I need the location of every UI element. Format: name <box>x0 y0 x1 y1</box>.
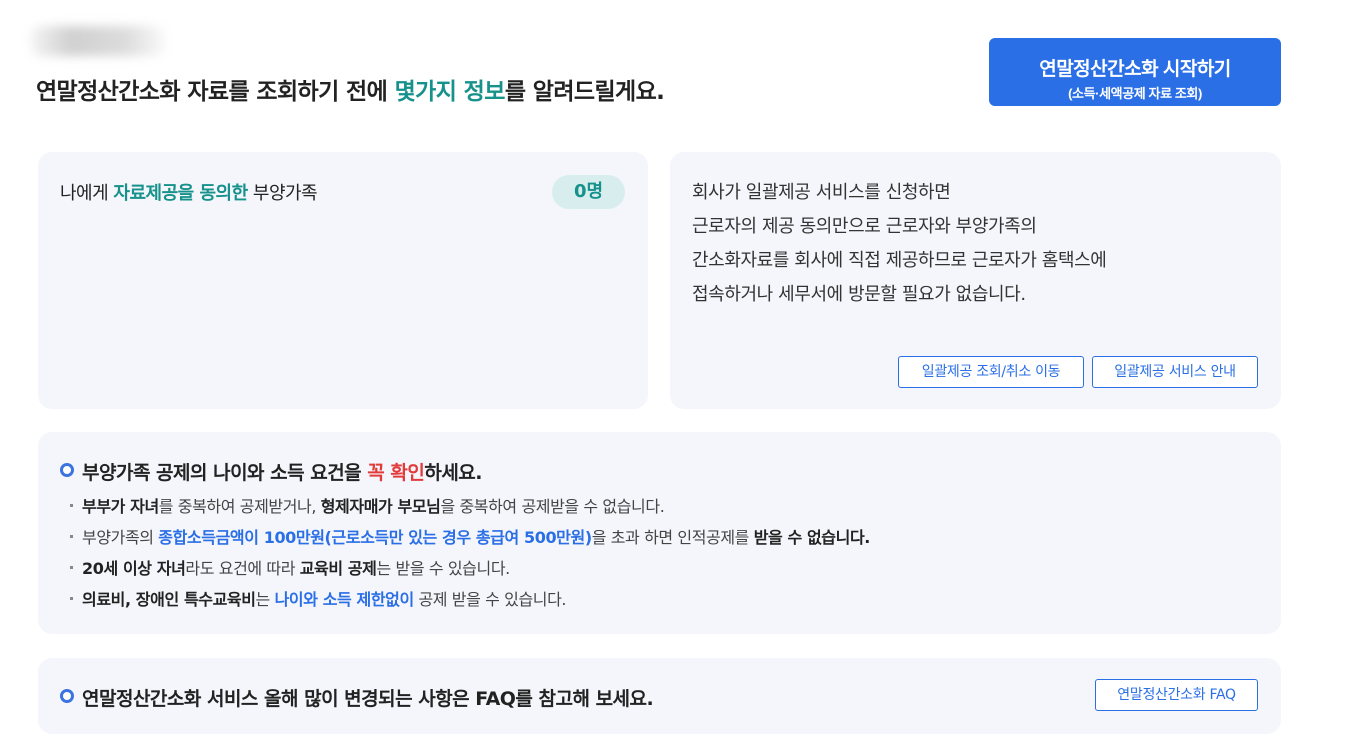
rule-bold: 형제자매가 부모님 <box>320 497 441 516</box>
ring-bullet-icon <box>60 463 74 477</box>
user-name-masked <box>30 26 166 56</box>
rule-bold: 부부가 자녀 <box>82 497 159 516</box>
rule-item: 부양가족의 종합소득금액이 100만원(근로소득만 있는 경우 총급여 500만… <box>70 524 870 548</box>
square-bullet-icon <box>70 566 73 569</box>
rule-text: 부양가족의 <box>82 528 159 547</box>
consenting-dependents-card: 나에게 자료제공을 동의한 부양가족 0명 <box>38 152 648 409</box>
bulk-provision-card: 회사가 일괄제공 서비스를 신청하면 근로자의 제공 동의만으로 근로자와 부양… <box>670 152 1281 409</box>
heading-text-end: 를 알려드릴게요. <box>504 79 665 105</box>
description-line: 접속하거나 세무서에 방문할 필요가 없습니다. <box>692 284 1026 305</box>
faq-button[interactable]: 연말정산간소화 FAQ <box>1095 679 1258 711</box>
heading-highlight: 몇가지 정보 <box>394 79 506 105</box>
rule-bold: 받을 수 없습니다. <box>753 528 871 547</box>
family-title-highlight: 자료제공을 동의한 <box>113 183 248 204</box>
bulk-provision-description: 회사가 일괄제공 서비스를 신청하면 근로자의 제공 동의만으로 근로자와 부양… <box>692 176 1107 312</box>
ring-bullet-icon <box>60 689 74 703</box>
rules-title-text: 부양가족 공제의 나이와 소득 요건을 <box>82 462 368 484</box>
heading-text: 연말정산간소화 자료를 조회하기 전에 <box>36 79 395 105</box>
rule-text: 을 중복하여 공제받을 수 없습니다. <box>440 497 665 516</box>
rule-bold: 교육비 공제 <box>299 559 377 578</box>
start-button-label: 연말정산간소화 시작하기 <box>1039 59 1231 80</box>
description-line: 회사가 일괄제공 서비스를 신청하면 <box>692 182 951 203</box>
start-simplified-service-button[interactable]: 연말정산간소화 시작하기 (소득·세액공제 자료 조회) <box>989 38 1281 106</box>
rule-text: 는 받을 수 있습니다. <box>376 559 511 578</box>
rule-text: 을 초과 하면 인적공제를 <box>591 528 754 547</box>
rule-text: 공제 받을 수 있습니다. <box>413 590 567 609</box>
rule-item: 부부가 자녀를 중복하여 공제받거나, 형제자매가 부모님을 중복하여 공제받을… <box>70 493 665 517</box>
bulk-service-guide-button[interactable]: 일괄제공 서비스 안내 <box>1092 356 1258 388</box>
square-bullet-icon <box>70 597 73 600</box>
consenting-dependents-title: 나에게 자료제공을 동의한 부양가족 <box>60 179 318 205</box>
rule-highlight: 나이와 소득 제한없이 <box>274 590 415 609</box>
faq-notice-text: 연말정산간소화 서비스 올해 많이 변경되는 사항은 FAQ를 참고해 보세요. <box>82 688 654 710</box>
description-line: 간소화자료를 회사에 직접 제공하므로 근로자가 홈택스에 <box>692 250 1107 271</box>
family-title-text-end: 부양가족 <box>247 183 318 204</box>
rule-highlight: 종합소득금액이 100만원(근로소득만 있는 경우 총급여 500만원) <box>158 528 592 547</box>
rules-title-emphasis: 꼭 확인 <box>367 462 425 484</box>
rule-bold: 20세 이상 자녀 <box>82 559 186 578</box>
square-bullet-icon <box>70 535 73 538</box>
bulk-lookup-cancel-button[interactable]: 일괄제공 조회/취소 이동 <box>898 356 1084 388</box>
faq-card: 연말정산간소화 서비스 올해 많이 변경되는 사항은 FAQ를 참고해 보세요.… <box>38 658 1281 734</box>
rule-item: 20세 이상 자녀라도 요건에 따라 교육비 공제는 받을 수 있습니다. <box>70 555 510 579</box>
rule-item: 의료비, 장애인 특수교육비는 나이와 소득 제한없이 공제 받을 수 있습니다… <box>70 586 567 610</box>
rules-title: 부양가족 공제의 나이와 소득 요건을 꼭 확인하세요. <box>82 458 483 485</box>
rule-bold: 의료비, 장애인 특수교육비 <box>82 590 256 609</box>
dependents-count-badge: 0명 <box>552 175 625 209</box>
start-button-sublabel: (소득·세액공제 자료 조회) <box>1068 86 1202 101</box>
rule-text: 는 <box>255 590 275 609</box>
family-title-text: 나에게 <box>60 183 114 204</box>
rule-text: 를 중복하여 공제받거나, <box>158 497 321 516</box>
description-line: 근로자의 제공 동의만으로 근로자와 부양가족의 <box>692 216 1037 237</box>
rule-text: 라도 요건에 따라 <box>185 559 300 578</box>
dependent-rules-card: 부양가족 공제의 나이와 소득 요건을 꼭 확인하세요. 부부가 자녀를 중복하… <box>38 432 1281 634</box>
square-bullet-icon <box>70 504 73 507</box>
rules-title-text-end: 하세요. <box>424 462 483 484</box>
page-heading: 연말정산간소화 자료를 조회하기 전에 몇가지 정보를 알려드릴게요. <box>36 72 665 106</box>
